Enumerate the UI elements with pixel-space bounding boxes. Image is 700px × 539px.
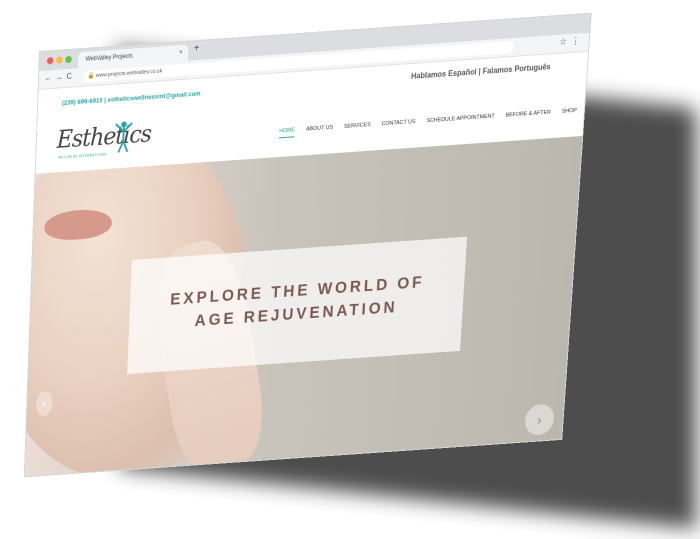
tab-title: WebValley Projects [85,53,133,63]
nav-about-us[interactable]: ABOUT US [306,125,333,133]
nav-services[interactable]: SERVICES [344,122,371,130]
nav-contact-us[interactable]: CONTACT US [381,119,415,127]
close-window-dot[interactable] [46,57,54,65]
browser-window: WebValley Projects × + ← → C 🔒 www.proje… [24,13,591,477]
mockup-stage: WebValley Projects × + ← → C 🔒 www.proje… [0,0,700,539]
language-note: Hablamos Español | Falamos Português [410,62,551,81]
forward-icon[interactable]: → [55,72,63,81]
nav-shop[interactable]: SHOP [562,108,577,115]
nav-before-after[interactable]: BEFORE & AFTER [505,110,551,119]
slider-next-icon[interactable]: › [524,403,555,436]
bookmark-star-icon[interactable]: ☆ [559,36,567,47]
logo-tagline: WELLNESS INTERNATIONAL [57,152,108,160]
hero-slider: EXPLORE THE WORLD OF AGE REJUVENATION ‹ … [24,135,583,477]
hero-lips-shape [44,207,113,242]
logo-wordmark: Esthetics [56,119,152,154]
contact-info[interactable]: (239) 699-6910 | estheticswellnessint@gm… [62,90,201,107]
maximize-window-dot[interactable] [65,55,72,64]
main-nav: HOME ABOUT US SERVICES CONTACT US SCHEDU… [279,108,577,135]
tab-close-icon[interactable]: × [179,45,183,61]
minimize-window-dot[interactable] [56,56,63,64]
browser-menu-icon[interactable]: ⋮ [571,35,580,47]
back-icon[interactable]: ← [44,73,52,82]
url-text: www.projects.webvalley.co.uk [95,68,163,79]
nav-schedule-appointment[interactable]: SCHEDULE APPOINTMENT [426,114,495,125]
new-tab-icon[interactable]: + [194,43,200,54]
site-logo[interactable]: Esthetics WELLNESS INTERNATIONAL [56,119,158,165]
nav-home[interactable]: HOME [279,127,295,134]
hero-caption-box: EXPLORE THE WORLD OF AGE REJUVENATION [127,236,468,375]
lock-icon: 🔒 [87,73,95,80]
reload-icon[interactable]: C [66,72,72,81]
logo-figure-icon [115,122,134,154]
